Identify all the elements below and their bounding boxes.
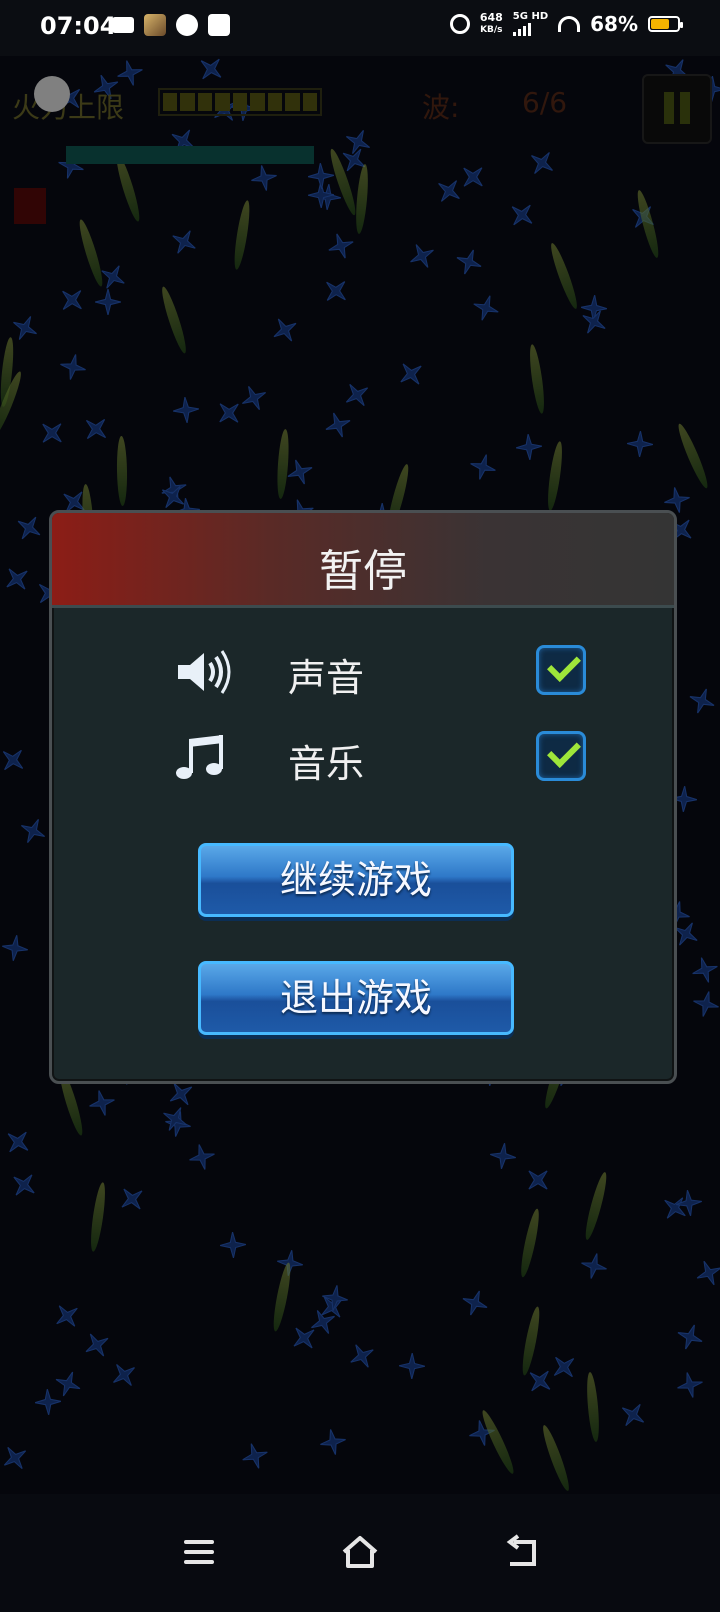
video-icon bbox=[112, 17, 134, 33]
network-type: 5G HD bbox=[512, 11, 549, 22]
signal-indicator: 5G HD bbox=[512, 11, 549, 36]
app-avatar-icon bbox=[144, 14, 166, 36]
dialog-header: 暂停 bbox=[52, 513, 674, 608]
sound-label: 声音 bbox=[288, 656, 365, 700]
check-icon bbox=[547, 648, 581, 682]
exit-game-button[interactable]: 退出游戏 bbox=[198, 961, 514, 1035]
menu-icon[interactable] bbox=[178, 1530, 222, 1574]
back-icon[interactable] bbox=[500, 1530, 544, 1574]
chat-icon bbox=[176, 14, 198, 36]
music-note-icon bbox=[176, 735, 223, 779]
check-icon bbox=[547, 734, 581, 768]
speaker-icon bbox=[178, 650, 231, 694]
continue-game-button[interactable]: 继续游戏 bbox=[198, 843, 514, 917]
music-checkbox[interactable] bbox=[536, 731, 586, 781]
alarm-icon bbox=[449, 14, 470, 34]
system-indicators: 648 KB/s 5G HD 68% bbox=[449, 11, 683, 36]
notification-icons bbox=[112, 14, 230, 36]
mail-icon bbox=[208, 14, 230, 36]
status-bar: 07:04 648 KB/s 5G HD 68% bbox=[0, 0, 720, 56]
music-option-row: 音乐 bbox=[52, 727, 674, 787]
navigation-bar bbox=[0, 1494, 720, 1612]
wifi-icon bbox=[558, 16, 581, 32]
clock: 07:04 bbox=[40, 12, 117, 40]
sound-checkbox[interactable] bbox=[536, 645, 586, 695]
network-speed-value: 648 bbox=[479, 11, 503, 24]
network-speed-unit: KB/s bbox=[480, 25, 503, 35]
music-label: 音乐 bbox=[288, 742, 365, 786]
signal-icon bbox=[512, 22, 548, 36]
dialog-title: 暂停 bbox=[319, 546, 407, 597]
battery-fill bbox=[651, 19, 669, 29]
pause-dialog: 暂停 声音 音乐 继续游戏 退出游戏 bbox=[49, 510, 677, 1084]
battery-percent: 68% bbox=[590, 12, 638, 36]
sound-option-row: 声音 bbox=[52, 641, 674, 701]
battery-icon bbox=[648, 16, 683, 32]
network-speed: 648 KB/s bbox=[480, 12, 503, 36]
home-icon[interactable] bbox=[338, 1530, 382, 1574]
